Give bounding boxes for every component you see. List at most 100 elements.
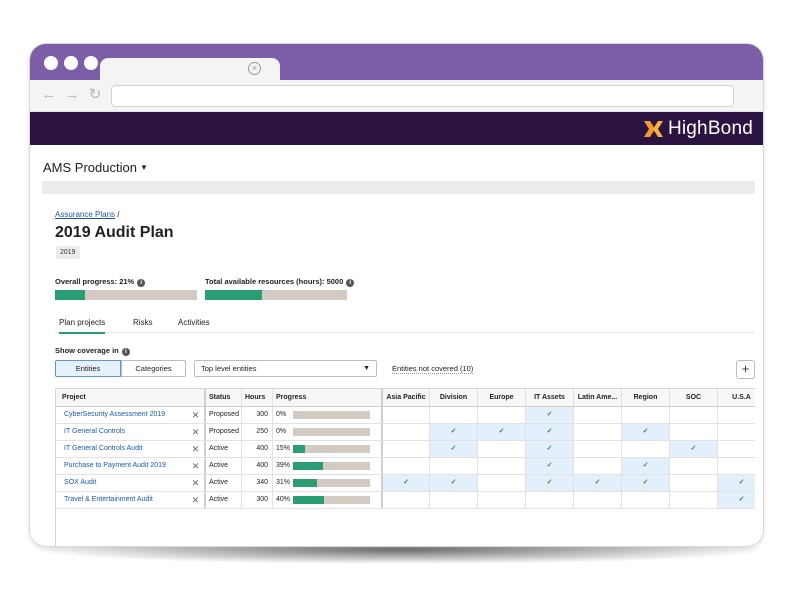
coverage-check-cell[interactable]: ✓	[429, 475, 477, 491]
project-link[interactable]: IT General Controls	[56, 424, 187, 440]
remove-project-icon[interactable]: ✕	[187, 492, 204, 508]
remove-project-icon[interactable]: ✕	[187, 424, 204, 440]
remove-project-icon[interactable]: ✕	[187, 475, 204, 491]
project-link[interactable]: IT General Controls Audit	[56, 441, 187, 457]
table-row: Travel & Entertainment Audit ✕ Active 300 40…	[56, 492, 755, 509]
toggle-categories[interactable]: Categories	[121, 360, 186, 377]
coverage-empty-cell[interactable]	[525, 492, 573, 508]
column-header-status[interactable]: Status	[204, 389, 241, 406]
coverage-empty-cell[interactable]	[669, 407, 717, 423]
info-icon[interactable]: i	[137, 279, 146, 287]
coverage-empty-cell[interactable]	[477, 441, 525, 457]
coverage-check-cell[interactable]: ✓	[621, 475, 669, 491]
status-cell: Proposed	[204, 407, 241, 423]
coverage-empty-cell[interactable]	[669, 475, 717, 491]
remove-project-icon[interactable]: ✕	[187, 407, 204, 423]
coverage-empty-cell[interactable]	[429, 407, 477, 423]
info-icon[interactable]: i	[121, 348, 130, 356]
coverage-empty-cell[interactable]	[573, 424, 621, 440]
table-row: SOX Audit ✕ Active 340 31% ✓ ✓ ✓ ✓ ✓ ✓	[56, 475, 755, 492]
column-header-progress[interactable]: Progress	[272, 389, 381, 406]
coverage-empty-cell[interactable]	[477, 492, 525, 508]
breadcrumb-link-assurance-plans[interactable]: Assurance Plans	[55, 210, 115, 219]
coverage-check-cell[interactable]: ✓	[717, 475, 755, 491]
coverage-empty-cell[interactable]	[573, 407, 621, 423]
coverage-check-cell[interactable]: ✓	[669, 441, 717, 457]
coverage-empty-cell[interactable]	[621, 441, 669, 457]
column-header-project[interactable]: Project	[56, 389, 187, 406]
project-link[interactable]: Travel & Entertainment Audit	[56, 492, 187, 508]
reload-icon[interactable]: ↻	[86, 86, 104, 104]
coverage-empty-cell[interactable]	[717, 424, 755, 440]
coverage-check-cell[interactable]: ✓	[717, 492, 755, 508]
coverage-check-cell[interactable]: ✓	[477, 424, 525, 440]
coverage-empty-cell[interactable]	[477, 407, 525, 423]
tab-risks[interactable]: Risks	[133, 318, 153, 332]
column-header-entity[interactable]: SOC	[669, 389, 717, 406]
window-close-dot[interactable]	[44, 56, 58, 70]
coverage-check-cell[interactable]: ✓	[525, 458, 573, 474]
coverage-check-cell[interactable]: ✓	[381, 475, 429, 491]
toggle-entities[interactable]: Entities	[55, 360, 121, 377]
add-button[interactable]: +	[736, 360, 755, 379]
column-header-entity[interactable]: Asia Pacific	[381, 389, 429, 406]
workspace-selector[interactable]: AMS Production ▼	[43, 160, 148, 175]
coverage-empty-cell[interactable]	[429, 492, 477, 508]
remove-project-icon[interactable]: ✕	[187, 458, 204, 474]
entity-level-select[interactable]: Top level entities ▼	[194, 360, 377, 377]
column-header-entity[interactable]: Region	[621, 389, 669, 406]
column-header-hours[interactable]: Hours	[241, 389, 272, 406]
coverage-empty-cell[interactable]	[477, 458, 525, 474]
coverage-empty-cell[interactable]	[573, 441, 621, 457]
column-header-entity[interactable]: Europe	[477, 389, 525, 406]
project-link[interactable]: CyberSecurity Assessment 2019	[56, 407, 187, 423]
coverage-check-cell[interactable]: ✓	[573, 475, 621, 491]
coverage-empty-cell[interactable]	[573, 492, 621, 508]
tab-plan-projects[interactable]: Plan projects	[59, 318, 106, 334]
coverage-check-cell[interactable]: ✓	[621, 458, 669, 474]
coverage-empty-cell[interactable]	[381, 441, 429, 457]
address-bar[interactable]	[111, 85, 734, 107]
window-maximize-dot[interactable]	[84, 56, 98, 70]
coverage-check-cell[interactable]: ✓	[525, 441, 573, 457]
coverage-empty-cell[interactable]	[717, 407, 755, 423]
coverage-empty-cell[interactable]	[717, 441, 755, 457]
forward-arrow-icon[interactable]: →	[63, 86, 81, 104]
check-icon: ✓	[738, 496, 745, 503]
remove-project-icon[interactable]: ✕	[187, 441, 204, 457]
coverage-empty-cell[interactable]	[477, 475, 525, 491]
coverage-empty-cell[interactable]	[381, 424, 429, 440]
progress-text: 40%	[276, 496, 291, 503]
entities-not-covered-link[interactable]: Entities not covered (10)	[392, 364, 474, 374]
column-header-entity[interactable]: Latin Ame...	[573, 389, 621, 406]
coverage-empty-cell[interactable]	[381, 407, 429, 423]
coverage-check-cell[interactable]: ✓	[525, 475, 573, 491]
coverage-check-cell[interactable]: ✓	[429, 441, 477, 457]
coverage-check-cell[interactable]: ✓	[621, 424, 669, 440]
column-header-entity[interactable]: Division	[429, 389, 477, 406]
coverage-empty-cell[interactable]	[381, 492, 429, 508]
tab-activities[interactable]: Activities	[178, 318, 210, 332]
coverage-empty-cell[interactable]	[621, 407, 669, 423]
coverage-empty-cell[interactable]	[621, 492, 669, 508]
overall-progress-text: Overall progress: 21%	[55, 277, 135, 286]
coverage-check-cell[interactable]: ✓	[429, 424, 477, 440]
window-minimize-dot[interactable]	[64, 56, 78, 70]
coverage-empty-cell[interactable]	[669, 424, 717, 440]
column-header-entity[interactable]: U.S.A	[717, 389, 755, 406]
project-link[interactable]: SOX Audit	[56, 475, 187, 491]
info-icon[interactable]: i	[346, 279, 355, 287]
coverage-empty-cell[interactable]	[717, 458, 755, 474]
tab-close-icon[interactable]: ×	[248, 62, 261, 75]
coverage-empty-cell[interactable]	[669, 458, 717, 474]
coverage-empty-cell[interactable]	[573, 458, 621, 474]
coverage-empty-cell[interactable]	[669, 492, 717, 508]
column-header-entity[interactable]: IT Assets	[525, 389, 573, 406]
highbond-logo[interactable]: HighBond	[642, 116, 753, 142]
project-link[interactable]: Purchase to Payment Audit 2019	[56, 458, 187, 474]
back-arrow-icon[interactable]: ←	[40, 86, 58, 104]
coverage-empty-cell[interactable]	[429, 458, 477, 474]
coverage-check-cell[interactable]: ✓	[525, 424, 573, 440]
coverage-empty-cell[interactable]	[381, 458, 429, 474]
coverage-check-cell[interactable]: ✓	[525, 407, 573, 423]
